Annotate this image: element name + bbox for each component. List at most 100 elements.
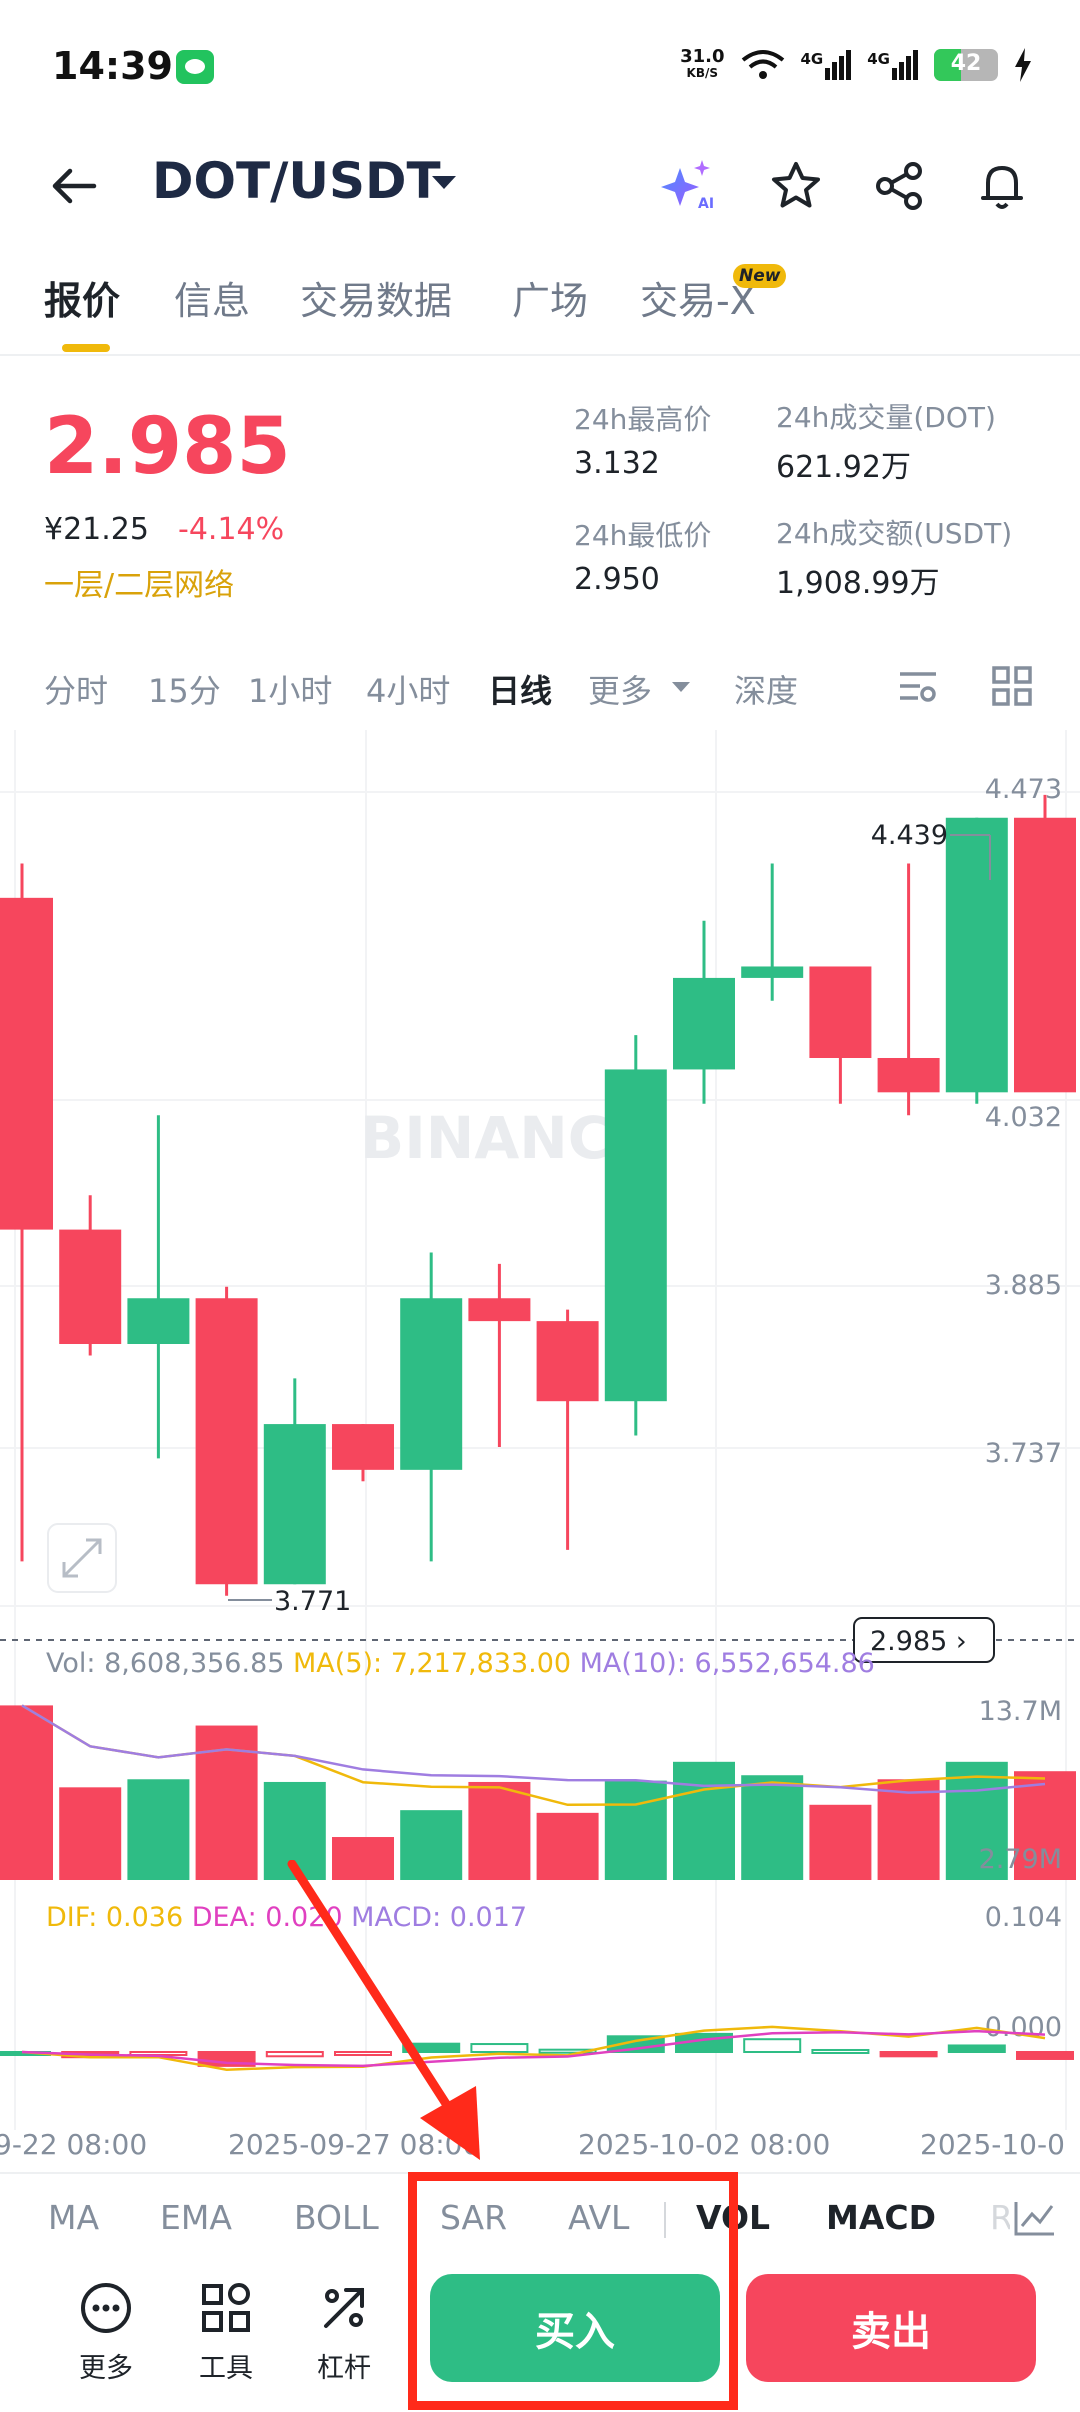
sell-button[interactable]: 卖出 xyxy=(746,2274,1036,2382)
divider xyxy=(0,354,1080,356)
tab-trading-data[interactable]: 交易数据 xyxy=(300,270,452,325)
amount-value: 1,908.99万 xyxy=(776,566,940,601)
interval-more[interactable]: 更多 xyxy=(588,666,652,712)
volume-legend-value: Vol: 8,608,356.85 xyxy=(46,1648,293,1679)
volume-bar xyxy=(741,1775,804,1880)
volume-bar xyxy=(809,1804,872,1880)
star-favorite-icon[interactable] xyxy=(766,156,826,216)
macd-bar xyxy=(879,2051,938,2058)
volume-legend-ma10: MA(10): 6,552,654.86 xyxy=(580,1648,875,1679)
time-axis: 9-22 08:00 2025-09-27 08:00 2025-10-02 08:… xyxy=(0,2128,1065,2161)
candle-body xyxy=(127,1298,190,1345)
high-label: 24h最高价 xyxy=(574,403,712,436)
volume-value: 621.92万 xyxy=(776,450,911,485)
candle-body xyxy=(59,1229,122,1345)
interval-4h[interactable]: 4小时 xyxy=(366,666,450,712)
volume-bar xyxy=(673,1761,735,1880)
candle-body xyxy=(809,966,872,1058)
expand-icon[interactable] xyxy=(47,1523,117,1593)
annotation-arrow-icon xyxy=(287,1860,480,2160)
price-change: -4.14% xyxy=(178,512,285,547)
tab-info[interactable]: 信息 xyxy=(174,270,250,325)
tab-quote[interactable]: 报价 xyxy=(44,270,120,325)
macd-panel: DIF: 0.036 DEA: 0.020 MACD: 0.017 0.1040.… xyxy=(0,1902,1074,2072)
leverage-tool[interactable]: 杠杆 xyxy=(294,2280,394,2385)
candle-body xyxy=(195,1298,258,1585)
interval-15m[interactable]: 15分 xyxy=(148,666,221,712)
signal-1-label: 4G xyxy=(800,50,824,68)
charging-icon xyxy=(1015,48,1031,82)
signal-2-label: 4G xyxy=(867,50,890,68)
time-axis-label: 2025-10-02 08:00 xyxy=(578,2128,830,2161)
volume-bar xyxy=(0,1705,53,1880)
pair-selector[interactable]: DOT/USDT xyxy=(152,152,441,210)
candles xyxy=(0,794,1076,1596)
price-tick-label: 3.737 xyxy=(985,1438,1062,1469)
annotation-highlight-box xyxy=(408,2172,738,2410)
candle-body xyxy=(536,1321,599,1402)
tools-tool[interactable]: 工具 xyxy=(176,2280,276,2385)
candle-body xyxy=(877,1057,940,1093)
interval-1h[interactable]: 1小时 xyxy=(248,666,332,712)
watermark: BINANC xyxy=(360,1104,610,1172)
indicator-ma[interactable]: MA xyxy=(48,2198,99,2237)
tools-label: 工具 xyxy=(199,2353,253,2384)
wechat-notification-icon xyxy=(176,50,214,84)
last-price: 2.985 xyxy=(44,402,291,492)
net-speed-unit: KB/S xyxy=(686,66,719,80)
volume-panel: 13.7M 2.79M xyxy=(0,1696,1076,1880)
indicator-ema[interactable]: EMA xyxy=(160,2198,232,2237)
ai-sparkle-icon[interactable]: AI xyxy=(658,156,718,216)
macd-bar xyxy=(811,2048,870,2054)
macd-bar xyxy=(947,2044,1006,2054)
volume-legend: Vol: 8,608,356.85 MA(5): 7,217,833.00 MA… xyxy=(46,1648,875,1679)
candle-body xyxy=(400,1298,463,1470)
back-arrow-icon[interactable] xyxy=(44,156,104,216)
volume-bar xyxy=(877,1779,940,1880)
last-price-tag: 2.985 › xyxy=(870,1626,967,1657)
macd-tick-label: 0.104 xyxy=(985,1902,1062,1933)
tab-square[interactable]: 广场 xyxy=(512,270,588,325)
active-tab-indicator xyxy=(62,344,110,352)
share-icon[interactable] xyxy=(870,156,930,216)
signal-icon-2: 4G xyxy=(867,50,918,80)
indicator-settings-icon[interactable] xyxy=(1010,2196,1058,2240)
chevron-down-icon[interactable] xyxy=(672,682,690,692)
volume-legend-ma5: MA(5): 7,217,833.00 xyxy=(293,1648,580,1679)
bell-alert-icon[interactable] xyxy=(972,156,1032,216)
candlestick-chart[interactable]: BINANC 4.473 4.032 3.885 3.737 13.7M 2.79M D… xyxy=(0,730,1080,2170)
more-label: 更多 xyxy=(79,2353,133,2384)
amount-label: 24h成交额(USDT) xyxy=(776,517,1013,550)
time-axis-label: 9-22 08:00 xyxy=(0,2128,147,2161)
low-value: 2.950 xyxy=(574,562,660,597)
volume-tick-label: 13.7M xyxy=(979,1696,1062,1727)
more-tool[interactable]: 更多 xyxy=(56,2280,156,2385)
candle-body xyxy=(741,966,804,978)
tools-grid-icon xyxy=(202,2283,250,2332)
high-marker-label: 4.439 xyxy=(871,820,948,851)
indicator-boll[interactable]: BOLL xyxy=(294,2198,379,2237)
indicator-macd[interactable]: MACD xyxy=(826,2198,936,2237)
new-badge: New xyxy=(733,264,787,288)
wifi-icon xyxy=(741,50,784,79)
candle-body xyxy=(1014,817,1076,1093)
layout-grid-icon[interactable] xyxy=(990,664,1034,708)
candle-body xyxy=(263,1424,326,1585)
price-tick-label: 3.885 xyxy=(985,1270,1062,1301)
leverage-label: 杠杆 xyxy=(317,2353,371,2384)
interval-time-share[interactable]: 分时 xyxy=(44,666,108,712)
interval-depth[interactable]: 深度 xyxy=(734,666,798,712)
volume-bar xyxy=(127,1779,190,1880)
candle-body xyxy=(0,897,53,1230)
chevron-down-icon[interactable] xyxy=(432,176,456,189)
low-label: 24h最低价 xyxy=(574,519,712,552)
volume-bar xyxy=(604,1780,667,1880)
volume-bar xyxy=(536,1812,599,1880)
more-dots-icon xyxy=(81,2283,131,2333)
battery-icon: 42 xyxy=(934,49,998,81)
interval-1d[interactable]: 日线 xyxy=(488,666,552,712)
leverage-icon xyxy=(324,2288,364,2328)
candle-body xyxy=(468,1298,531,1322)
network-tag[interactable]: 一层/二层网络 xyxy=(44,560,234,604)
chart-settings-icon[interactable] xyxy=(896,664,940,708)
